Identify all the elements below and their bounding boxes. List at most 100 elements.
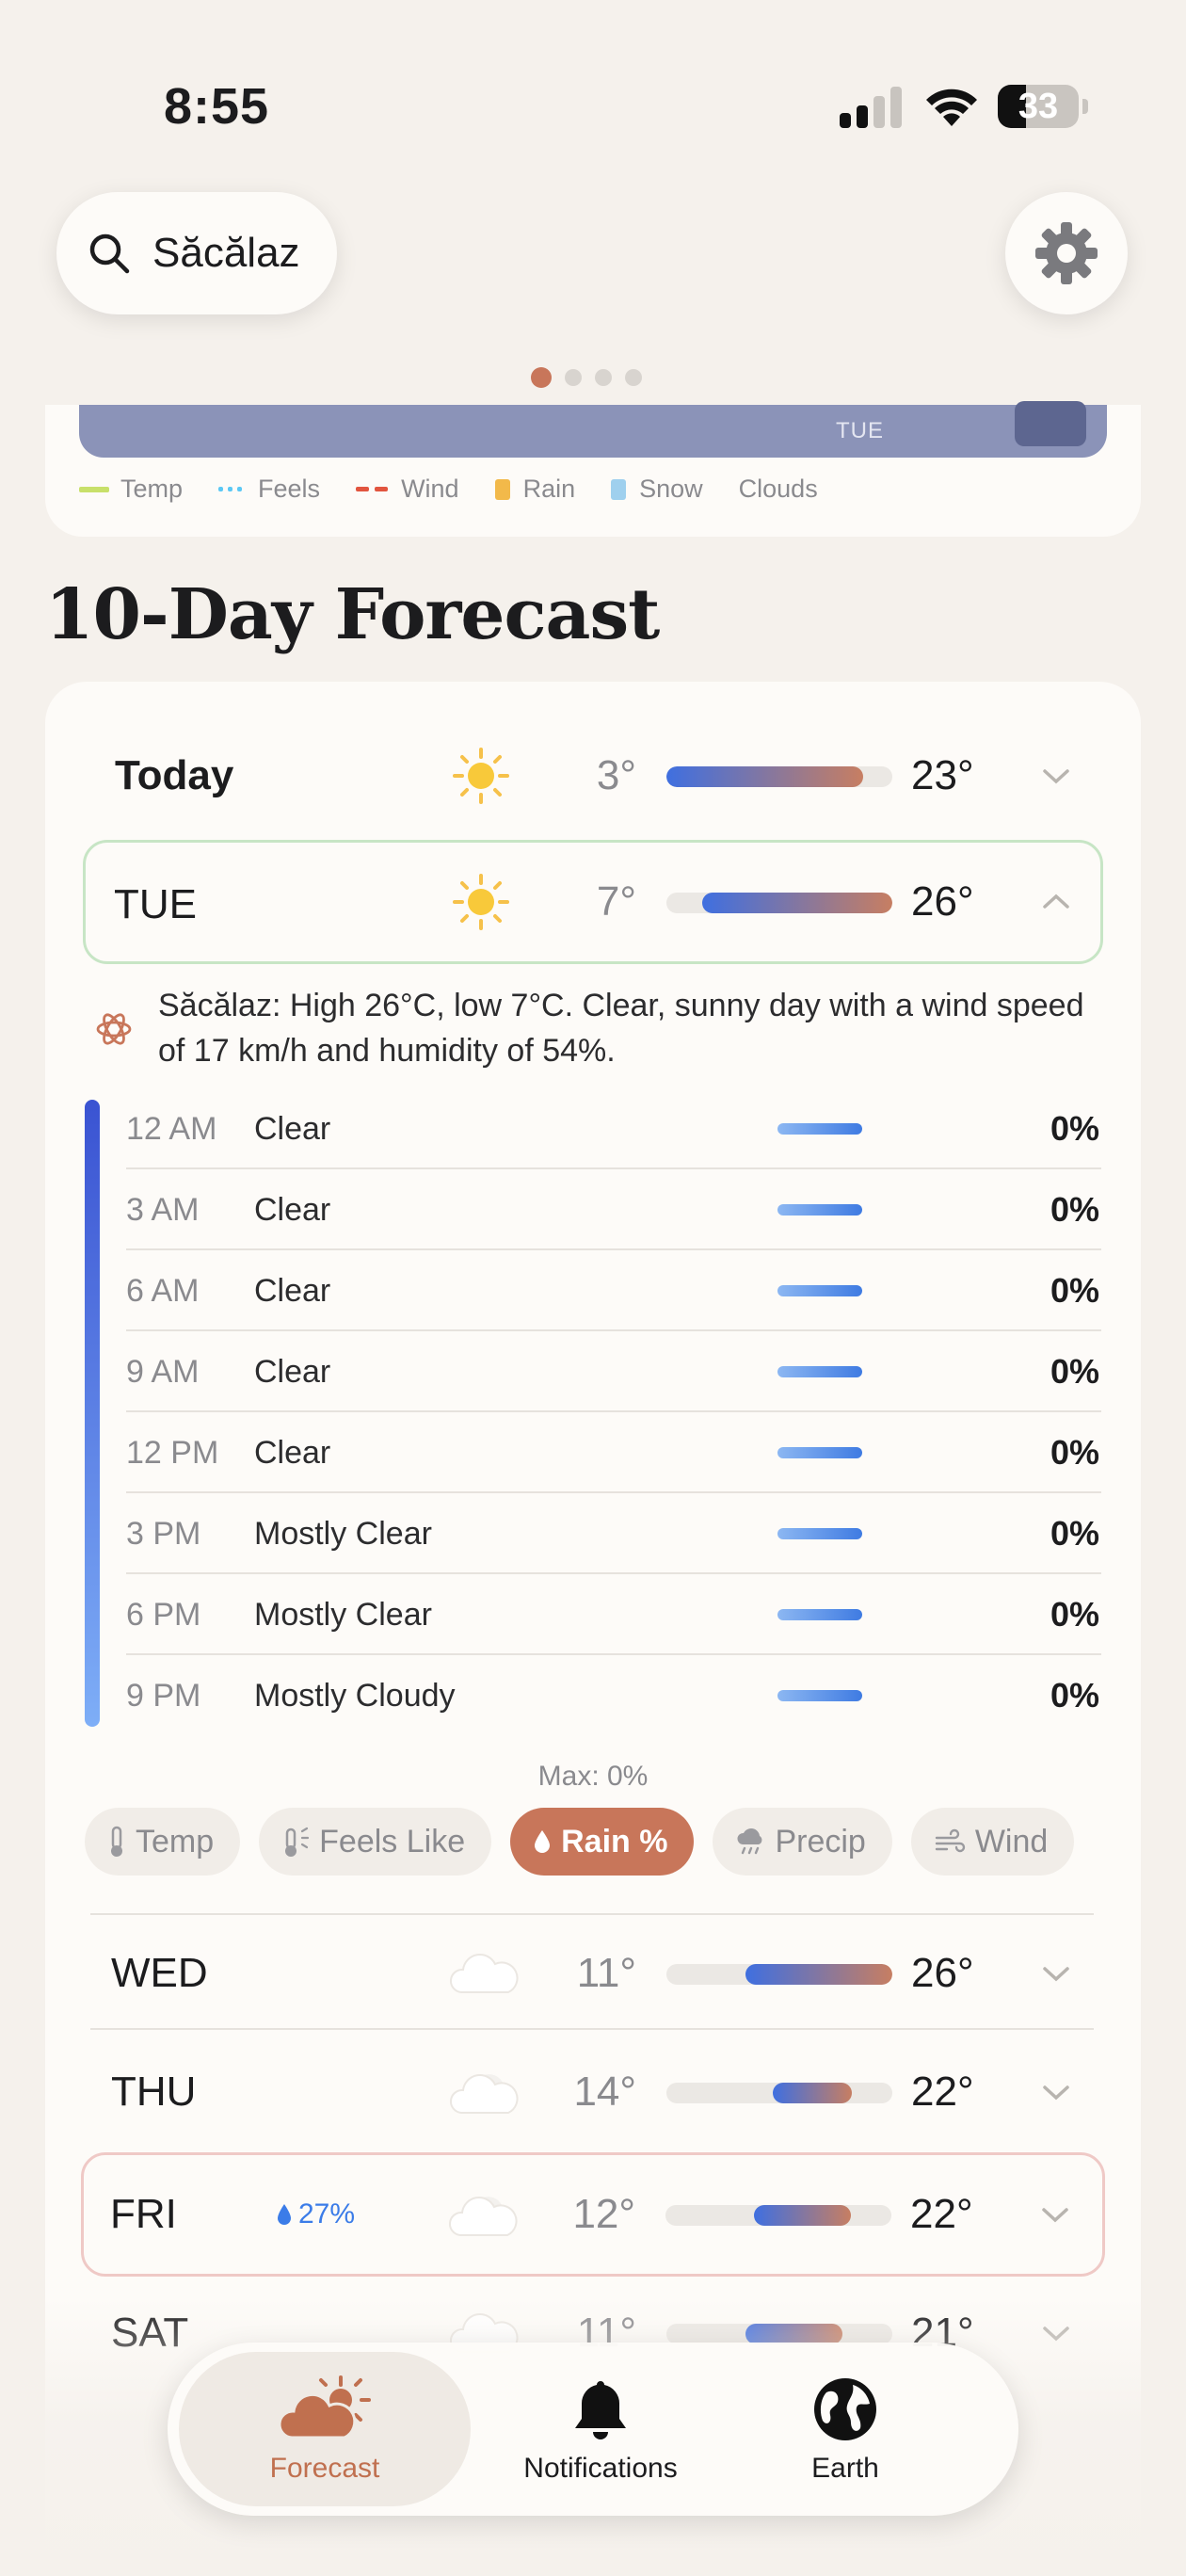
- hour-condition: Clear: [254, 1354, 331, 1390]
- globe-icon: [814, 2378, 876, 2440]
- gear-icon: [1035, 222, 1098, 284]
- hourly-temp-rail: [85, 1100, 100, 1727]
- wind-icon: [935, 1828, 966, 1853]
- hour-condition: Clear: [254, 1192, 331, 1228]
- high-temp: 22°: [910, 2191, 973, 2237]
- hour-row: 3 AM Clear 0%: [126, 1169, 1101, 1250]
- low-temp: 12°: [572, 2191, 635, 2237]
- tab-notifications[interactable]: Notifications: [497, 2352, 704, 2506]
- legend-temp: Temp: [79, 475, 183, 504]
- hour-row: 9 PM Mostly Cloudy 0%: [126, 1655, 1101, 1736]
- weather-chart: TUE: [79, 401, 1107, 458]
- ai-sparkle-icon: [96, 1013, 132, 1045]
- day-name: THU: [111, 2069, 197, 2115]
- tab-bar: Forecast Notifications Earth: [168, 2343, 1018, 2516]
- chip-wind[interactable]: Wind: [910, 1808, 1075, 1876]
- legend-snow: Snow: [611, 475, 703, 504]
- thermometer-sun-icon: [285, 1827, 310, 1857]
- bell-icon: [575, 2381, 626, 2439]
- day-name: WED: [111, 1950, 208, 1996]
- hour-time: 6 AM: [126, 1273, 200, 1309]
- cloud-sun-icon: [449, 2197, 518, 2236]
- hour-time: 3 AM: [126, 1192, 200, 1228]
- high-temp: 26°: [911, 878, 974, 925]
- chevron-down-icon: [1043, 2085, 1069, 2101]
- hour-rain-percent: 0%: [1050, 1109, 1099, 1148]
- hour-row: 9 AM Clear 0%: [126, 1331, 1101, 1412]
- tab-forecast[interactable]: Forecast: [179, 2352, 471, 2506]
- page-indicator[interactable]: [531, 367, 642, 388]
- expand-chart-button[interactable]: [1015, 401, 1086, 446]
- cloud-rain-icon: [737, 1828, 762, 1855]
- tab-label: Notifications: [523, 2453, 678, 2484]
- tab-label: Forecast: [269, 2453, 380, 2484]
- day-row-thu[interactable]: THU 14° 22°: [83, 2030, 1103, 2154]
- battery-level: 33: [1018, 87, 1059, 126]
- raindrop-icon: [535, 1830, 551, 1853]
- hour-bar: [777, 1609, 862, 1620]
- sun-icon: [453, 748, 509, 804]
- temp-range-bar: [666, 766, 892, 787]
- low-temp: 14°: [573, 2069, 636, 2115]
- hour-bar: [777, 1123, 862, 1135]
- day-row-wed[interactable]: WED 11° 26°: [83, 1911, 1103, 2036]
- chip-rain-percent[interactable]: Rain %: [510, 1808, 695, 1876]
- hour-row: 6 AM Clear 0%: [126, 1250, 1101, 1331]
- search-icon: [89, 233, 130, 274]
- day-row-today[interactable]: Today 3° 23°: [83, 714, 1103, 838]
- hour-time: 3 PM: [126, 1516, 201, 1552]
- chip-temp[interactable]: Temp: [85, 1808, 241, 1876]
- hour-rain-percent: 0%: [1050, 1271, 1099, 1310]
- hour-row: 12 AM Clear 0%: [126, 1088, 1101, 1169]
- hour-row: 3 PM Mostly Clear 0%: [126, 1493, 1101, 1574]
- hour-rain-percent: 0%: [1050, 1676, 1099, 1715]
- location-search-button[interactable]: Săcălaz: [56, 192, 337, 314]
- day-row-tue[interactable]: TUE 7° 26°: [83, 840, 1103, 964]
- hour-condition: Mostly Clear: [254, 1516, 432, 1552]
- hour-condition: Mostly Clear: [254, 1597, 432, 1633]
- hour-bar: [777, 1204, 862, 1216]
- day-name: FRI: [110, 2191, 177, 2237]
- high-temp: 26°: [911, 1950, 974, 1996]
- low-temp: 11°: [576, 1950, 636, 1996]
- hour-row: 6 PM Mostly Clear 0%: [126, 1574, 1101, 1655]
- hour-rain-percent: 0%: [1050, 1595, 1099, 1634]
- cloud-sun-icon: [278, 2375, 371, 2439]
- cloud-icon: [450, 1954, 519, 1993]
- section-title: 10-Day Forecast: [45, 574, 660, 655]
- day-row-fri[interactable]: FRI 27% 12° 22°: [81, 2152, 1105, 2277]
- chevron-up-icon: [1043, 894, 1069, 909]
- temp-range-bar: [666, 893, 892, 913]
- chip-precip[interactable]: Precip: [713, 1808, 892, 1876]
- chevron-down-icon: [1043, 1967, 1069, 1982]
- hour-rain-percent: 0%: [1050, 1190, 1099, 1229]
- legend-rain: Rain: [494, 475, 575, 504]
- hour-bar: [777, 1285, 862, 1296]
- temp-range-bar: [666, 1964, 892, 1985]
- tab-label: Earth: [811, 2453, 879, 2484]
- hour-rain-percent: 0%: [1050, 1352, 1099, 1391]
- location-name: Săcălaz: [152, 230, 300, 276]
- hour-time: 6 PM: [126, 1597, 201, 1633]
- battery-icon: 33: [998, 85, 1088, 130]
- tab-earth[interactable]: Earth: [732, 2352, 958, 2506]
- chip-feels-like[interactable]: Feels Like: [259, 1808, 492, 1876]
- low-temp: 7°: [596, 878, 636, 925]
- raindrop-icon: [278, 2204, 291, 2225]
- thermometer-icon: [111, 1826, 122, 1857]
- settings-button[interactable]: [1005, 192, 1128, 314]
- hour-time: 9 AM: [126, 1354, 200, 1390]
- hour-bar: [777, 1528, 862, 1539]
- hour-rain-percent: 0%: [1050, 1514, 1099, 1553]
- legend-wind: Wind: [356, 475, 459, 504]
- rain-chance: 27%: [276, 2152, 355, 2277]
- low-temp: 3°: [596, 752, 636, 798]
- high-temp: 22°: [911, 2069, 974, 2115]
- hour-condition: Mostly Cloudy: [254, 1678, 456, 1714]
- day-name: Today: [115, 752, 234, 798]
- temp-range-bar: [665, 2205, 891, 2226]
- wifi-icon: [926, 89, 977, 126]
- hour-condition: Clear: [254, 1435, 331, 1471]
- high-temp: 23°: [911, 752, 974, 798]
- hour-time: 9 PM: [126, 1678, 201, 1714]
